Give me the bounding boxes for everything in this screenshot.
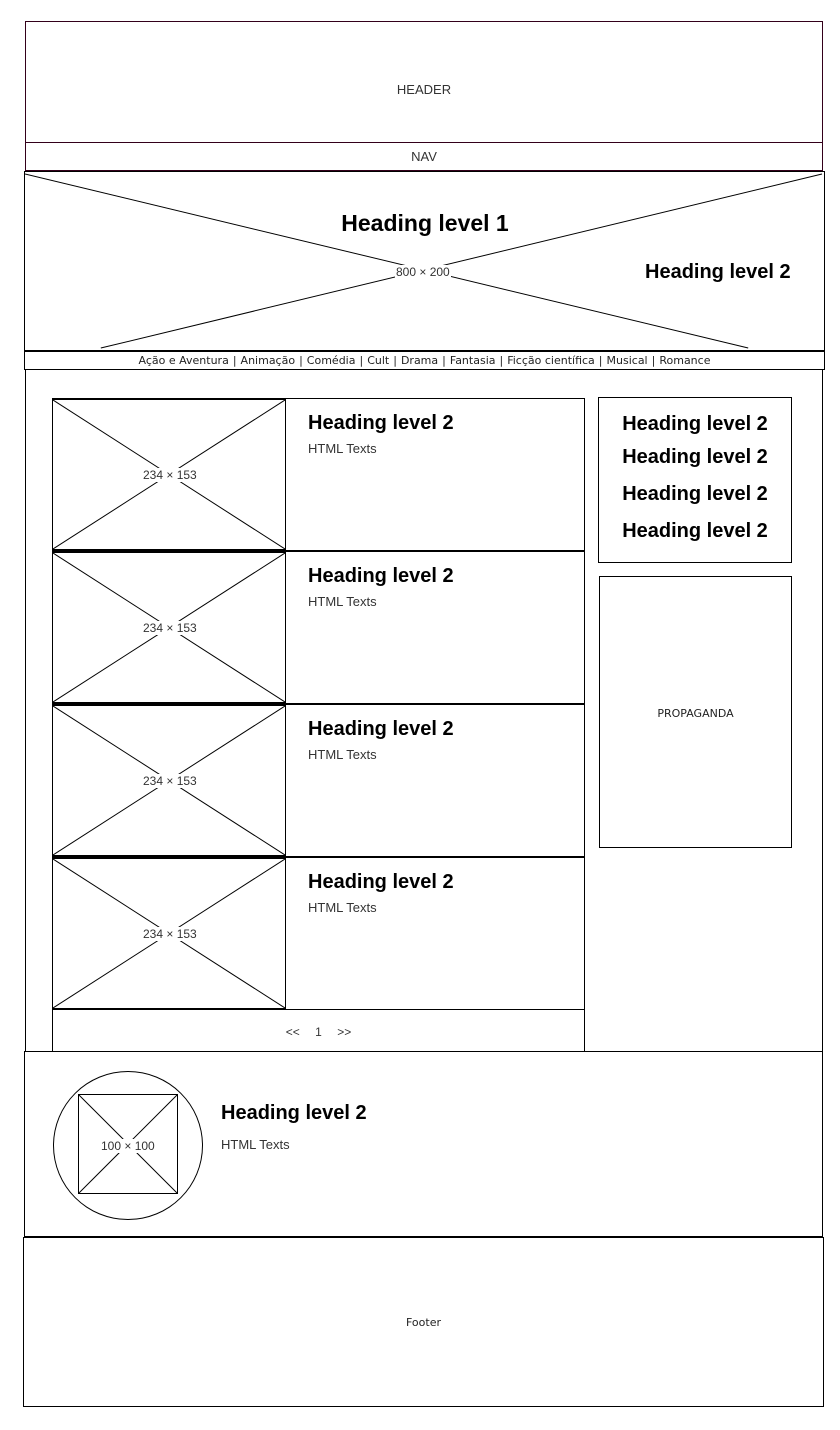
article-image-placeholder: 234 × 153 (52, 399, 286, 550)
nav-label: NAV (411, 149, 437, 164)
genre-separator: | (651, 354, 656, 367)
article-image-size: 234 × 153 (142, 927, 198, 941)
article-image-placeholder: 234 × 153 (52, 552, 286, 703)
pagination-current[interactable]: 1 (315, 1025, 322, 1039)
genre-menu: Ação e Aventura | Animação | Comédia | Cult | Dr… (24, 351, 825, 370)
genre-separator: | (598, 354, 603, 367)
article-text: HTML Texts (308, 747, 377, 762)
banner-image-size: 800 × 200 (395, 265, 451, 279)
genre-link[interactable]: Drama (401, 354, 438, 367)
article-text: HTML Texts (308, 441, 377, 456)
genre-link[interactable]: Ficção científica (507, 354, 595, 367)
article-image-size: 234 × 153 (142, 621, 198, 635)
banner-subtitle: Heading level 2 (645, 261, 791, 283)
footer-label: Footer (406, 1316, 441, 1329)
article-image-placeholder: 234 × 153 (52, 858, 286, 1009)
sidebar-menu: Heading level 2 Heading level 2 Heading le… (598, 397, 792, 563)
profile-section: 100 × 100 Heading level 2 HTML Texts (24, 1051, 823, 1237)
ad-label: PROPAGANDA (657, 707, 734, 720)
article-text: HTML Texts (308, 900, 377, 915)
genre-link[interactable]: Ação e Aventura (139, 354, 229, 367)
article-image-placeholder: 234 × 153 (52, 705, 286, 856)
profile-text: HTML Texts (221, 1137, 290, 1152)
genre-link[interactable]: Animação (241, 354, 296, 367)
header-label: HEADER (396, 82, 452, 97)
article-image-size: 234 × 153 (142, 468, 198, 482)
header: HEADER (25, 21, 823, 143)
sidebar-link[interactable]: Heading level 2 (599, 413, 791, 436)
banner: 800 × 200 Heading level 1 Heading level … (24, 171, 825, 351)
page-title: Heading level 1 (341, 210, 509, 236)
genre-separator: | (499, 354, 504, 367)
nav-bar[interactable]: NAV (25, 142, 823, 171)
genre-separator: | (299, 354, 303, 367)
article-row[interactable]: 234 × 153 Heading level 2 HTML Texts (52, 857, 585, 1010)
pagination: << 1 >> (52, 1025, 585, 1045)
article-text: HTML Texts (308, 594, 377, 609)
avatar-image-size: 100 × 100 (100, 1139, 156, 1153)
genre-link[interactable]: Musical (607, 354, 648, 367)
profile-heading: Heading level 2 (221, 1102, 367, 1124)
article-row[interactable]: 234 × 153 Heading level 2 HTML Texts (52, 551, 585, 704)
sidebar-link[interactable]: Heading level 2 (599, 446, 791, 469)
genre-separator: | (442, 354, 446, 367)
genre-separator: | (393, 354, 397, 367)
article-heading[interactable]: Heading level 2 (308, 718, 454, 741)
pagination-prev[interactable]: << (286, 1025, 300, 1039)
genre-separator: | (232, 354, 237, 367)
article-image-size: 234 × 153 (142, 774, 198, 788)
ad-box[interactable]: PROPAGANDA (599, 576, 792, 848)
genre-link[interactable]: Romance (659, 354, 710, 367)
article-heading[interactable]: Heading level 2 (308, 412, 454, 435)
genre-link[interactable]: Fantasia (450, 354, 496, 367)
genre-link[interactable]: Comédia (307, 354, 356, 367)
article-row[interactable]: 234 × 153 Heading level 2 HTML Texts (52, 398, 585, 551)
article-row[interactable]: 234 × 153 Heading level 2 HTML Texts (52, 704, 585, 857)
pagination-next[interactable]: >> (337, 1025, 351, 1039)
article-heading[interactable]: Heading level 2 (308, 871, 454, 894)
genre-link[interactable]: Cult (367, 354, 389, 367)
article-heading[interactable]: Heading level 2 (308, 565, 454, 588)
sidebar-link[interactable]: Heading level 2 (599, 483, 791, 506)
footer: Footer (23, 1237, 824, 1407)
sidebar-link[interactable]: Heading level 2 (599, 520, 791, 543)
avatar-image-placeholder: 100 × 100 (78, 1094, 178, 1194)
genre-separator: | (359, 354, 364, 367)
